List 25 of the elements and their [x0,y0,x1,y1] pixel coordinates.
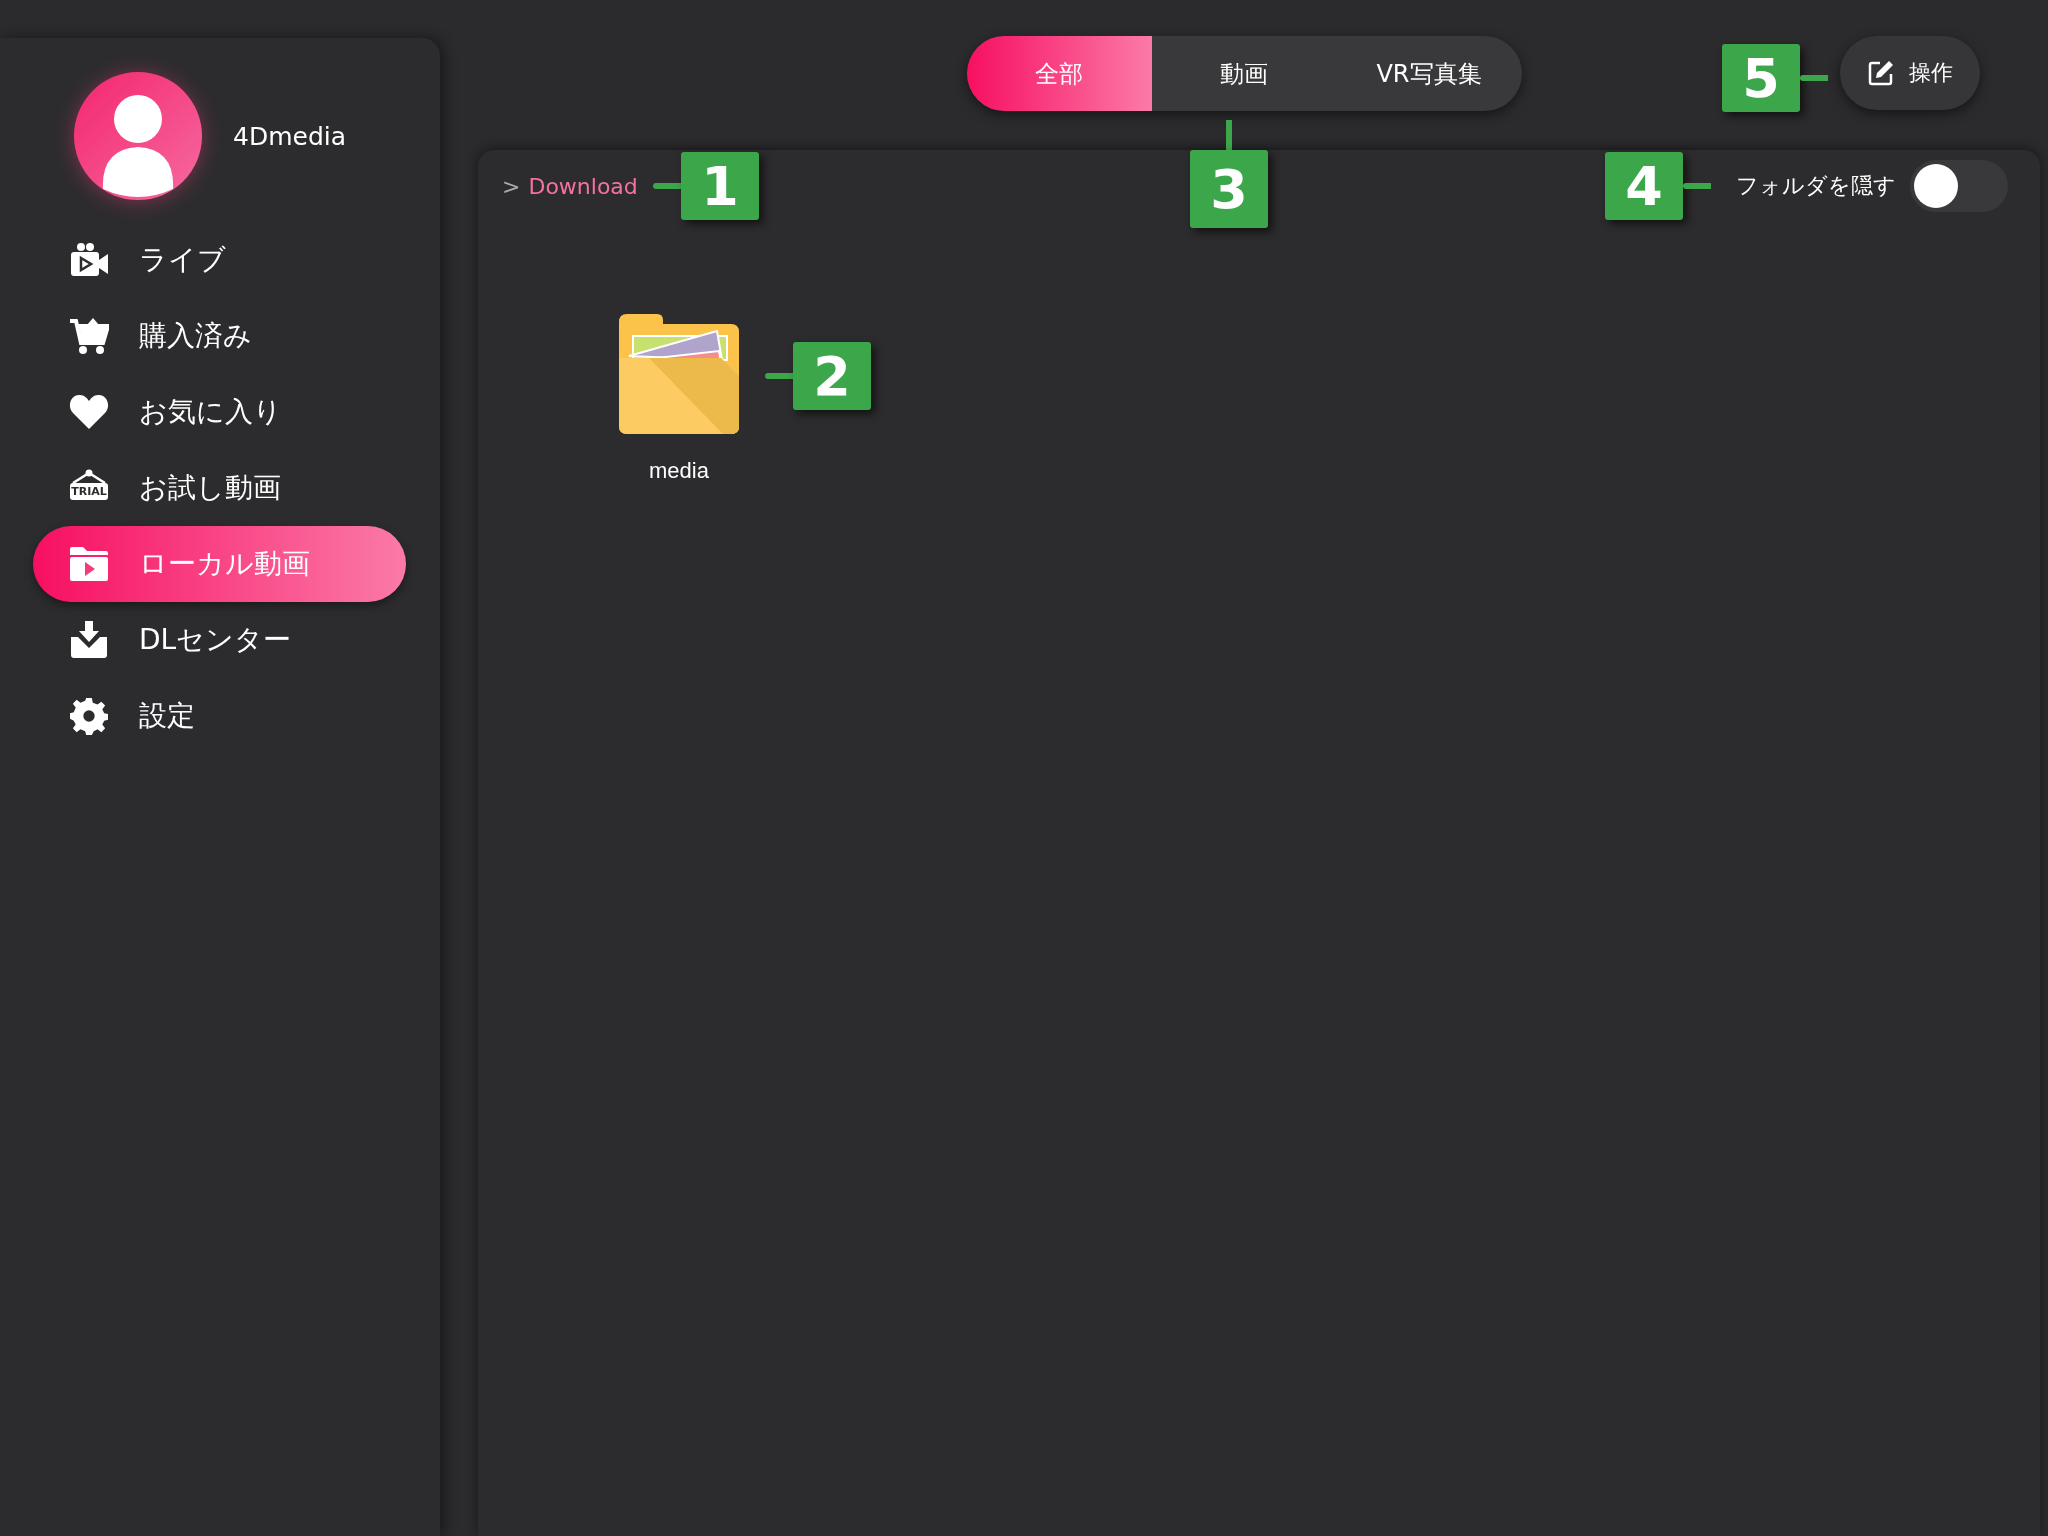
edit-icon [1867,59,1895,87]
user-name: 4Dmedia [233,121,347,151]
download-icon [69,621,109,659]
sidebar-item[interactable]: お気に入り [33,374,406,450]
category-tab[interactable]: 全部 [966,36,1152,111]
folder-icon[interactable] [619,314,739,434]
breadcrumb-link[interactable]: Download [528,173,638,199]
hide-folders-label: フォルダを隠す [1736,172,1896,200]
breadcrumb-separator: > [502,173,521,199]
sidebar-item[interactable]: TRIAL お試し動画 [33,450,406,526]
sidebar-item[interactable]: DLセンター [33,602,406,678]
settings-icon [69,697,109,735]
category-tab[interactable]: VR写真集 [1336,36,1522,111]
operation-button[interactable]: 操作 [1840,36,1980,110]
sidebar-item[interactable]: 購入済み [33,298,406,374]
avatar-icon [73,71,203,201]
video-camera-icon [69,241,109,279]
video-folder-icon [69,545,109,583]
cart-icon [69,317,109,355]
folder-name: media [649,458,709,484]
hide-folders-toggle[interactable] [1910,160,2008,212]
category-tab[interactable]: 動画 [1151,36,1337,111]
sidebar-item[interactable]: 設定 [33,678,406,754]
heart-icon [69,393,109,431]
sidebar-item[interactable]: ライブ [33,222,406,298]
